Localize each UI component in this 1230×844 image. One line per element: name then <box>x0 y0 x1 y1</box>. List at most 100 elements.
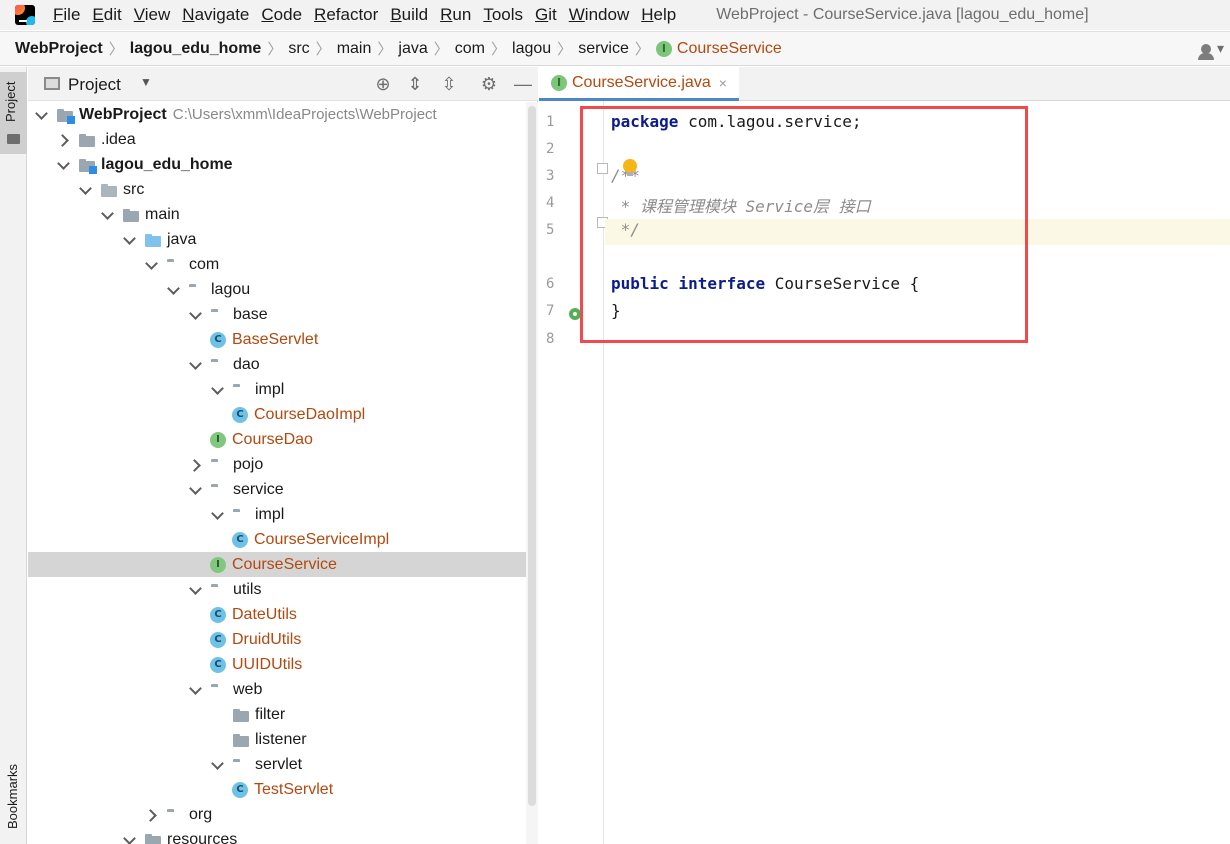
implemented-by-icon[interactable] <box>569 308 581 320</box>
menu-navigate[interactable]: Navigate <box>182 5 249 25</box>
tree-item-main[interactable]: main <box>28 202 538 227</box>
tree-item-utils[interactable]: utils <box>28 577 538 602</box>
breadcrumb-item-src[interactable]: src <box>288 40 309 58</box>
menu-build[interactable]: Build <box>390 5 428 25</box>
chevron-down-icon[interactable] <box>122 832 138 844</box>
tree-scrollbar[interactable] <box>526 102 538 844</box>
tree-item-com[interactable]: com <box>28 252 538 277</box>
package-icon <box>232 756 250 774</box>
tree-item-coursedao[interactable]: I CourseDao <box>28 427 538 452</box>
tree-item-courseservice[interactable]: I CourseService <box>28 552 538 577</box>
tree-item-org[interactable]: org <box>28 802 538 827</box>
chevron-down-icon[interactable] <box>78 182 94 198</box>
tree-item-dateutils[interactable]: C DateUtils <box>28 602 538 627</box>
menu-tools[interactable]: Tools <box>483 5 523 25</box>
tree-item-idea[interactable]: .idea <box>28 127 538 152</box>
lightbulb-icon[interactable] <box>623 159 637 176</box>
breadcrumb: WebProject 〉 lagou_edu_home 〉 src 〉 main 〉 java 〉… <box>0 31 1230 66</box>
project-view-selector[interactable]: Project <box>68 75 121 95</box>
chevron-down-icon[interactable] <box>100 207 116 223</box>
menu-git[interactable]: Git <box>535 5 557 25</box>
locate-icon[interactable]: ⊕ <box>372 73 394 95</box>
tree-item-java[interactable]: java <box>28 227 538 252</box>
tree-item-lagou-edu-home[interactable]: lagou_edu_home <box>28 152 538 177</box>
user-menu-button[interactable]: ▾ <box>1197 40 1224 60</box>
chevron-down-icon[interactable] <box>188 357 204 373</box>
chevron-down-icon[interactable] <box>210 757 226 773</box>
tree-item-testservlet[interactable]: C TestServlet <box>28 777 538 802</box>
breadcrumb-item-webproject[interactable]: WebProject <box>15 40 103 58</box>
breadcrumb-item-lagou[interactable]: lagou <box>512 40 551 58</box>
tree-item-service[interactable]: service <box>28 477 538 502</box>
close-icon[interactable]: × <box>719 75 727 91</box>
chevron-down-icon[interactable] <box>188 582 204 598</box>
menu-code[interactable]: Code <box>261 5 302 25</box>
tree-item-druidutils[interactable]: C DruidUtils <box>28 627 538 652</box>
tree-item-baseservlet[interactable]: C BaseServlet <box>28 327 538 352</box>
tree-item-path: C:\Users\xmm\IdeaProjects\WebProject <box>172 106 437 123</box>
menu-file[interactable]: File <box>53 5 80 25</box>
class-icon: C <box>210 631 226 648</box>
code-area[interactable]: package com.lagou.service;/** * 课程管理模块 S… <box>605 101 1230 844</box>
tree-item-webproject[interactable]: WebProject C:\Users\xmm\IdeaProjects\WebP… <box>28 102 538 127</box>
line-number: 1 <box>546 114 555 130</box>
chevron-down-icon[interactable] <box>188 307 204 323</box>
chevron-down-icon[interactable] <box>56 157 72 173</box>
collapse-all-icon[interactable]: ⇳ <box>438 73 460 95</box>
chevron-down-icon[interactable] <box>122 232 138 248</box>
chevron-down-icon[interactable]: ▼ <box>140 75 152 89</box>
tree-item-filter[interactable]: filter <box>28 702 538 727</box>
tree-item-label: TestServlet <box>254 780 334 798</box>
chevron-down-icon[interactable] <box>188 682 204 698</box>
menu-view[interactable]: View <box>134 5 171 25</box>
chevron-down-icon[interactable] <box>144 257 160 273</box>
tree-item-impl[interactable]: impl <box>28 377 538 402</box>
line-number: 3 <box>546 168 555 184</box>
tree-item-listener[interactable]: listener <box>28 727 538 752</box>
tree-item-uuidutils[interactable]: C UUIDUtils <box>28 652 538 677</box>
breadcrumb-item-courseservice[interactable]: I CourseService <box>655 40 782 58</box>
gear-icon[interactable]: ⚙ <box>478 73 500 95</box>
tree-item-lagou[interactable]: lagou <box>28 277 538 302</box>
breadcrumb-item-service[interactable]: service <box>578 40 629 58</box>
minimize-icon[interactable]: — <box>512 73 534 95</box>
tree-item-pojo[interactable]: pojo <box>28 452 538 477</box>
menu-help[interactable]: Help <box>641 5 676 25</box>
bookmarks-tool-window-button[interactable]: Bookmarks <box>5 764 20 829</box>
tree-item-label: service <box>233 480 284 498</box>
tree-item-label: DruidUtils <box>232 630 302 648</box>
tree-item-dao[interactable]: dao <box>28 352 538 377</box>
chevron-down-icon[interactable] <box>34 107 50 123</box>
code-line: package com.lagou.service; <box>611 112 862 131</box>
chevron-right-icon[interactable] <box>188 457 204 473</box>
menu-refactor[interactable]: Refactor <box>314 5 378 25</box>
breadcrumb-item-main[interactable]: main <box>337 40 372 58</box>
code-editor: I CourseService.java × 1 2 3 4 5 6 7 8 package … <box>539 67 1230 844</box>
tree-item-base[interactable]: base <box>28 302 538 327</box>
menu-edit[interactable]: Edit <box>92 5 121 25</box>
chevron-right-icon[interactable] <box>56 132 72 148</box>
chevron-down-icon[interactable] <box>210 382 226 398</box>
tree-item-label: impl <box>255 505 285 523</box>
tree-item-label: .idea <box>101 130 136 148</box>
menu-window[interactable]: Window <box>569 5 629 25</box>
chevron-down-icon[interactable] <box>188 482 204 498</box>
tree-item-src[interactable]: src <box>28 177 538 202</box>
breadcrumb-item-java[interactable]: java <box>398 40 427 58</box>
project-tool-window-button[interactable]: Project <box>0 72 27 154</box>
tree-item-resources[interactable]: resources <box>28 827 538 844</box>
chevron-right-icon[interactable] <box>144 807 160 823</box>
tree-item-courseserviceimpl[interactable]: C CourseServiceImpl <box>28 527 538 552</box>
breadcrumb-item-com[interactable]: com <box>455 40 485 58</box>
expand-all-icon[interactable]: ⇕ <box>404 73 426 95</box>
breadcrumb-item-lagou-edu-home[interactable]: lagou_edu_home <box>130 40 262 58</box>
chevron-down-icon[interactable] <box>210 507 226 523</box>
chevron-down-icon[interactable] <box>166 282 182 298</box>
tree-item-web[interactable]: web <box>28 677 538 702</box>
code-line: */ <box>611 220 640 239</box>
tree-item-coursedaoimpl[interactable]: C CourseDaoImpl <box>28 402 538 427</box>
menu-run[interactable]: Run <box>440 5 471 25</box>
tree-item-servlet[interactable]: servlet <box>28 752 538 777</box>
tab-courseservice-java[interactable]: I CourseService.java × <box>539 67 739 101</box>
tree-item-impl[interactable]: impl <box>28 502 538 527</box>
